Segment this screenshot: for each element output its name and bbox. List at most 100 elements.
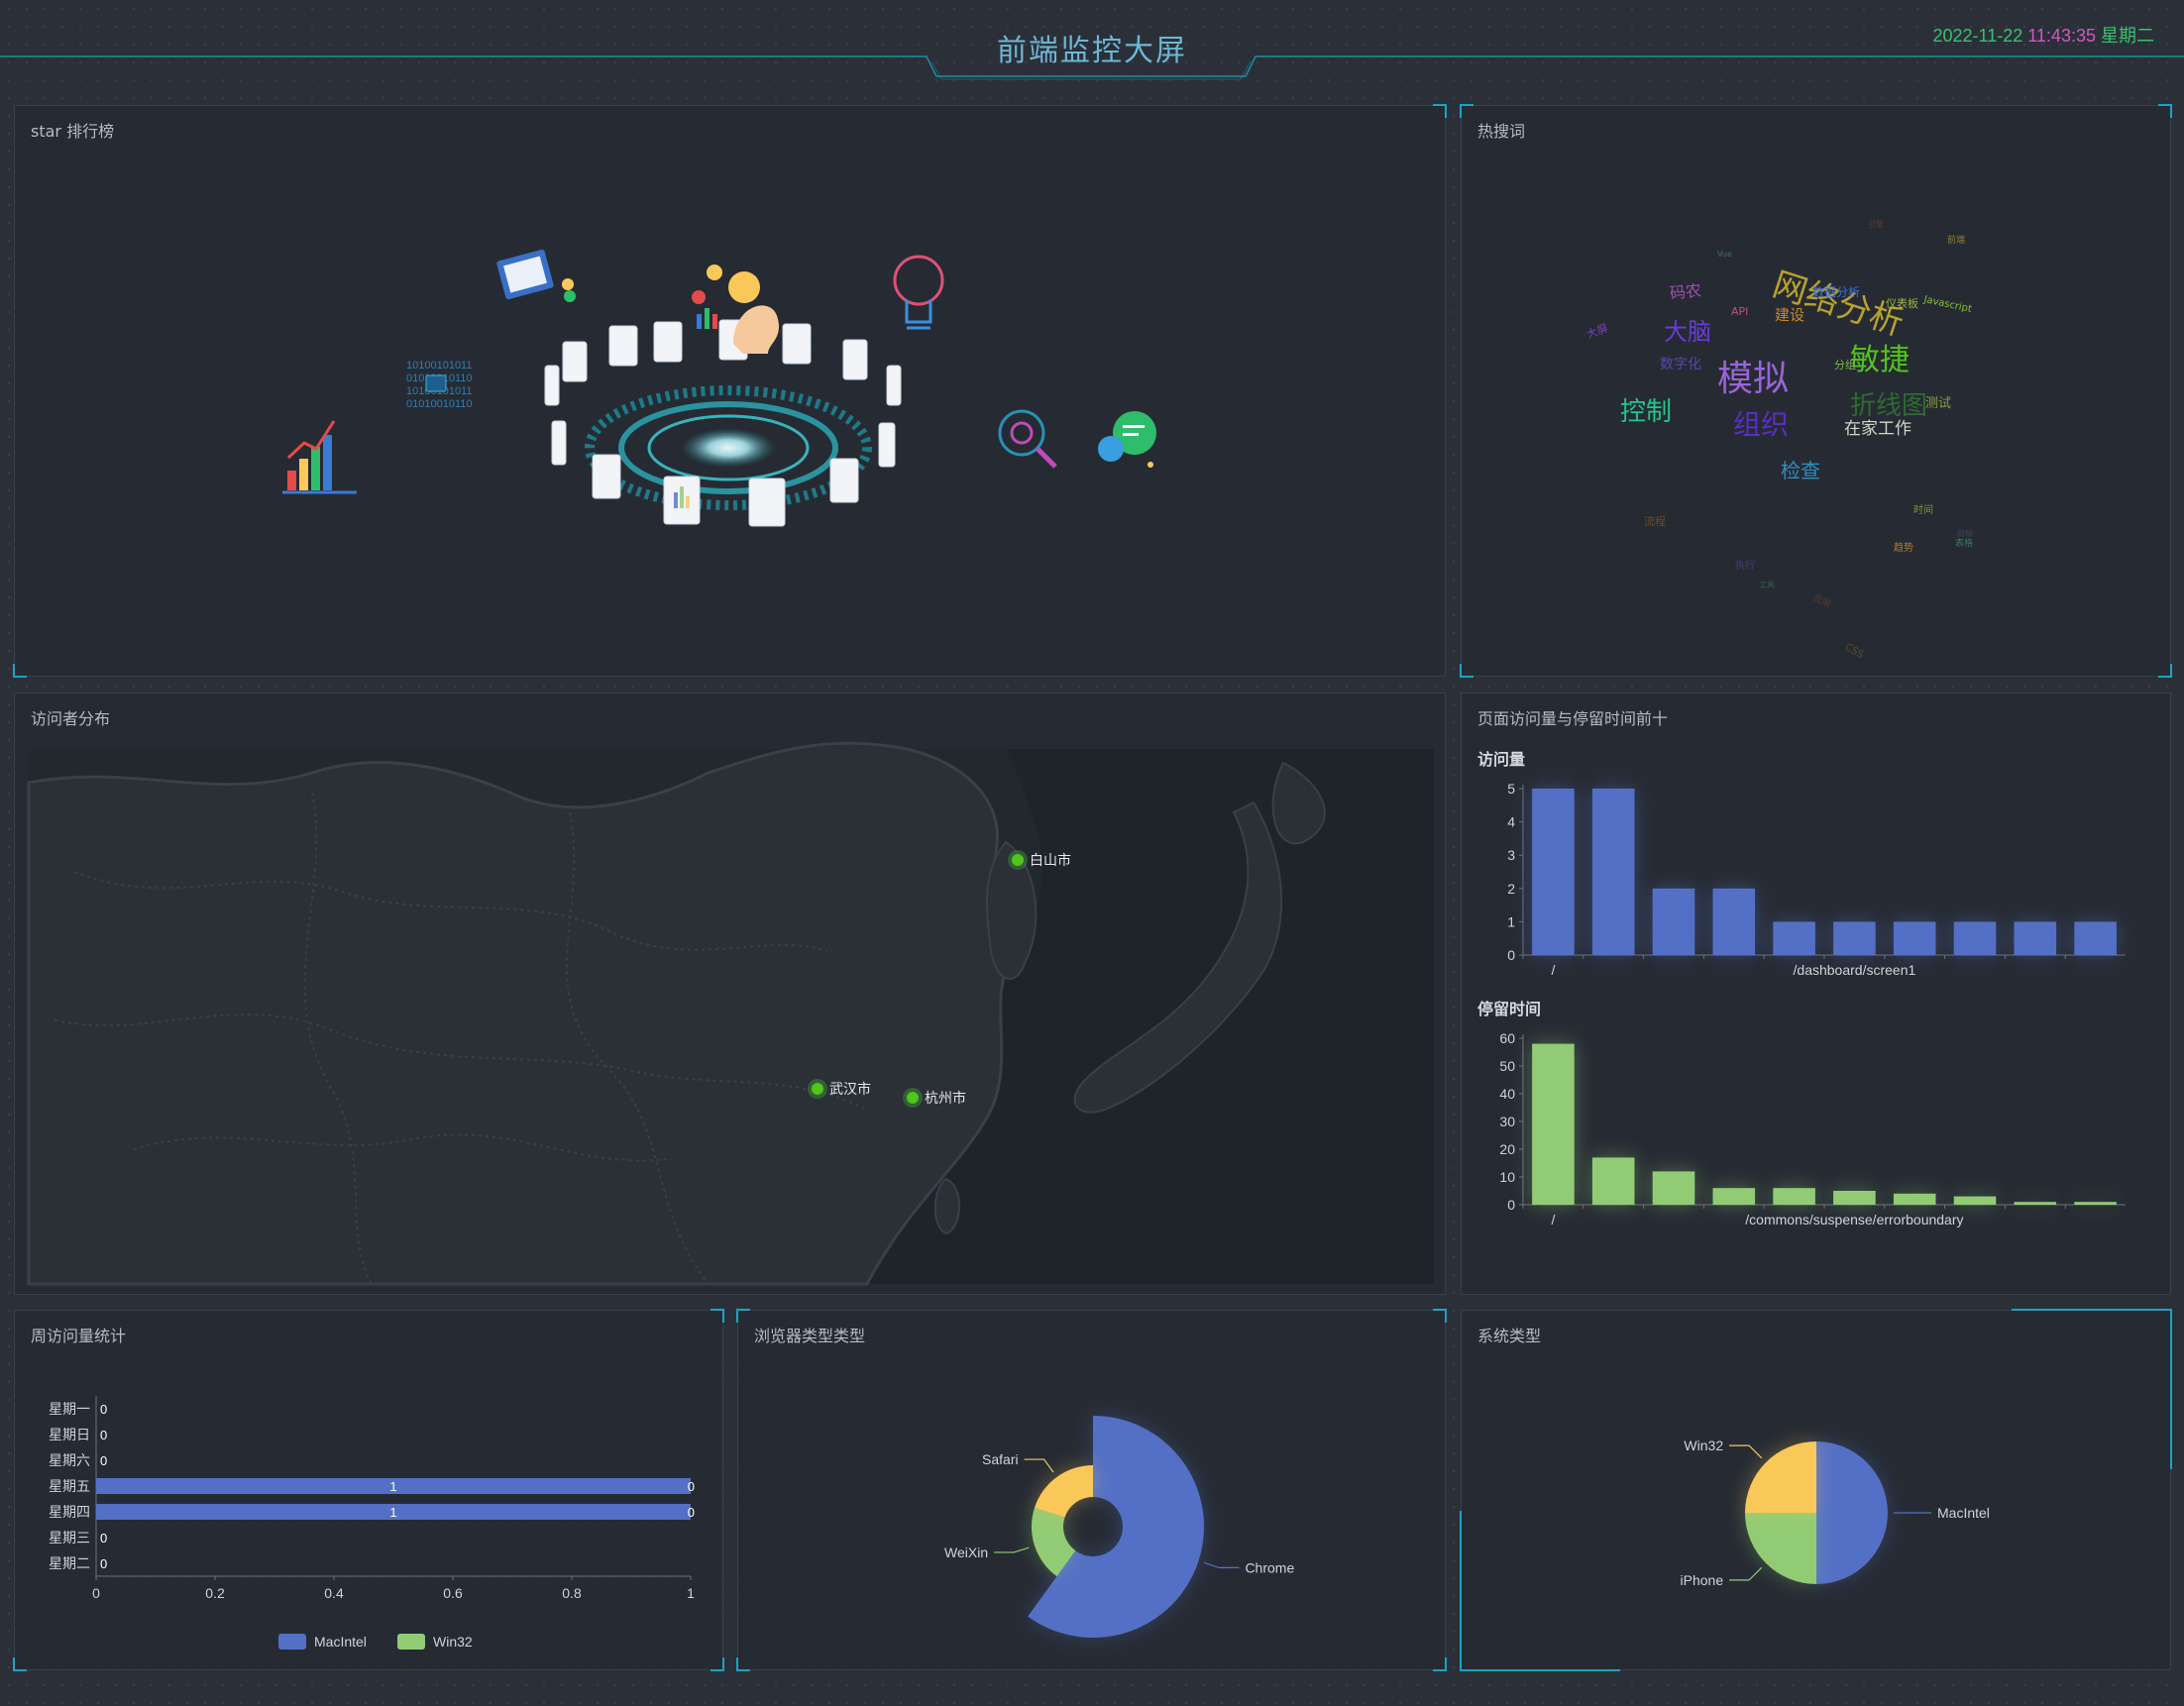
x-tick-label: 1	[687, 1585, 695, 1601]
bar	[1953, 1196, 1997, 1205]
word-cloud-item[interactable]: 检查	[1781, 461, 1820, 480]
x-tick-label: /	[1551, 1212, 1555, 1227]
browser-panel: 浏览器类型类型 Chrome WeiXin Safari	[736, 1309, 1447, 1671]
city-marker[interactable]: 杭州市	[903, 1088, 966, 1108]
y-tick-label: 30	[1499, 1114, 1515, 1129]
word-cloud-item[interactable]: 建设	[1775, 308, 1804, 323]
bar	[1712, 888, 1756, 955]
star-rank-scene: 10100101011 01010010110 10100101011 0101…	[282, 249, 1156, 527]
bar-label: 0	[688, 1479, 695, 1494]
word-cloud-item[interactable]: API	[1731, 306, 1748, 317]
top-pages-title: 页面访问量与停留时间前十	[1477, 709, 1669, 728]
word-cloud-item[interactable]: 大屏	[1584, 322, 1609, 342]
clock-time: 11:43:35	[2027, 26, 2096, 46]
legend-label: MacIntel	[314, 1634, 367, 1650]
word-cloud-item[interactable]: 时间	[1913, 506, 1933, 516]
clock-weekday: 星期二	[2101, 26, 2154, 46]
x-tick-label: /dashboard/screen1	[1794, 962, 1916, 978]
word-cloud-item[interactable]: 表格	[1955, 540, 1973, 549]
word-cloud-item[interactable]: 应用	[1811, 593, 1832, 610]
word-cloud-item[interactable]: Javascript	[1922, 294, 1972, 315]
slice-label: Win32	[1684, 1438, 1723, 1453]
word-cloud-item[interactable]: 前端	[1947, 237, 1965, 246]
y-tick-label: 0	[1507, 947, 1515, 963]
word-cloud-item[interactable]: 数据分析	[1812, 286, 1860, 298]
city-marker[interactable]: 武汉市	[808, 1079, 871, 1099]
bar	[1833, 921, 1876, 955]
header-clock: 2022-11-22 11:43:35 星期二	[1932, 22, 2154, 48]
word-cloud-item[interactable]: 折线图	[1850, 393, 1927, 419]
browser-rose-chart[interactable]: Chrome WeiXin Safari	[738, 1311, 1445, 1669]
word-cloud-item[interactable]: 组织	[1733, 411, 1789, 439]
y-tick-label: 星期一	[49, 1402, 90, 1418]
visitor-map-panel: 访问者分布 白山市 武汉市 杭州市	[14, 693, 1446, 1295]
y-tick-label: 3	[1507, 847, 1515, 863]
y-tick-label: 5	[1507, 781, 1515, 797]
word-cloud-item[interactable]: 控制	[1620, 399, 1672, 425]
bar-label: 0	[100, 1402, 107, 1417]
word-cloud-item[interactable]: 测试	[1925, 397, 1951, 410]
legend-label: Win32	[433, 1634, 473, 1650]
thinking-head-icon	[692, 265, 780, 354]
system-pie-chart[interactable]: MacIntel iPhone Win32	[1462, 1311, 2170, 1669]
x-tick-label: /commons/suspense/errorboundary	[1745, 1212, 1963, 1227]
clock-date: 2022-11-22	[1932, 26, 2023, 46]
chart-title: 停留时间	[1477, 1000, 1541, 1018]
bar-label: 0	[100, 1531, 107, 1546]
y-tick-label: 星期四	[49, 1505, 90, 1521]
y-tick-label: 2	[1507, 881, 1515, 897]
y-tick-label: 0	[1507, 1197, 1515, 1213]
word-cloud-item[interactable]: 工具	[1759, 582, 1775, 589]
weekly-bar-chart[interactable]: 星期一 0星期日 0星期六 0星期五 1 0星期四 1 0星期三 0星期二 00 0.2 0.4 0.6…	[15, 1311, 722, 1669]
y-tick-label: 10	[1499, 1169, 1515, 1185]
y-tick-label: 40	[1499, 1086, 1515, 1102]
word-cloud-item[interactable]: Vue	[1717, 251, 1732, 259]
word-cloud-item[interactable]: 在家工作	[1844, 421, 1911, 438]
word-cloud-item[interactable]: 仪表板	[1886, 298, 1918, 309]
y-tick-label: 20	[1499, 1141, 1515, 1157]
weekly-panel: 周访问量统计 星期一 0 星期日 0 星期六 0 星期五 1 0 星期四 1 0 星期三 0 星期二 0 0 0.…	[13, 1309, 724, 1671]
bar	[1591, 1157, 1635, 1205]
word-cloud-item[interactable]: CSS	[1843, 642, 1866, 661]
hot-words-panel: 热搜词 网络分析 模拟 敏捷 控制 组织 大脑 折线图 在家工作 检查 码农 数…	[1460, 104, 2172, 678]
y-tick-label: 星期日	[49, 1428, 90, 1443]
bug-search-icon	[998, 409, 1057, 469]
bar	[1893, 921, 1936, 955]
word-cloud-item[interactable]: 目标	[1957, 530, 1973, 538]
stay-time-bar-chart[interactable]: 停留时间 0 10 20 30 40 50 60 / /commons/suspense/erro…	[1462, 983, 2170, 1240]
x-tick-label: 0	[92, 1585, 100, 1601]
bar	[1652, 1171, 1695, 1205]
x-tick-label: /	[1551, 962, 1555, 978]
bar	[2074, 921, 2117, 955]
word-cloud-item[interactable]: 趋势	[1894, 544, 1913, 554]
page-title: 前端监控大屏	[997, 34, 1187, 68]
bar	[2074, 1202, 2117, 1205]
city-label: 武汉市	[829, 1081, 871, 1098]
x-tick-label: 0.8	[562, 1585, 582, 1601]
visits-bar-chart[interactable]: 访问量 0 1 2 3 4 5 / /dashboard/screen1	[1462, 733, 2170, 991]
visitor-map[interactable]: 白山市 武汉市 杭州市	[15, 693, 1445, 1294]
bar	[1953, 921, 1997, 955]
word-cloud-item[interactable]: 流程	[1644, 516, 1666, 527]
bar-label: 1	[389, 1505, 396, 1520]
leader-line	[1204, 1561, 1240, 1569]
word-cloud-item[interactable]: 敏捷	[1850, 346, 1910, 375]
svg-text:10100101011: 10100101011	[406, 360, 472, 372]
word-cloud-item[interactable]: 执行	[1735, 562, 1755, 572]
city-marker[interactable]: 白山市	[1008, 850, 1071, 870]
word-cloud-item[interactable]: 码农	[1669, 280, 1702, 302]
word-cloud-item[interactable]: 模拟	[1717, 362, 1789, 397]
x-tick-label: 0.6	[443, 1585, 463, 1601]
word-cloud-item[interactable]: 数字化	[1660, 358, 1701, 372]
word-cloud-item[interactable]: 引擎	[1868, 221, 1884, 229]
bar	[1652, 888, 1695, 955]
bar	[1833, 1191, 1876, 1205]
word-cloud-item[interactable]: 分组	[1834, 360, 1856, 371]
leader-line	[1729, 1566, 1763, 1581]
bar-chart-icon	[282, 420, 357, 494]
slice-label: iPhone	[1681, 1572, 1724, 1588]
bar-label: 1	[389, 1479, 396, 1494]
word-cloud-item[interactable]: 大脑	[1664, 320, 1711, 344]
bar	[1532, 1043, 1575, 1205]
bar	[1532, 789, 1575, 955]
